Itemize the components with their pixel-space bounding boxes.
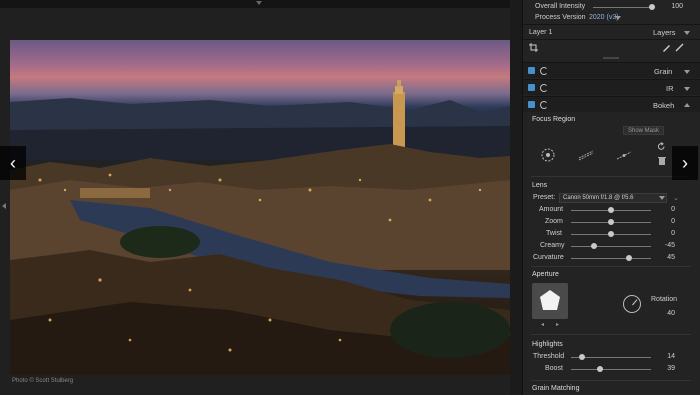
slider-value-creamy: -45 (664, 242, 675, 249)
slider-value-curvature: 45 (667, 254, 675, 261)
top-strip (0, 0, 520, 8)
slider-track-creamy[interactable] (571, 246, 651, 247)
slider-value-amount: 0 (671, 206, 675, 213)
slider-track-boost[interactable] (571, 369, 651, 370)
eye-icon[interactable] (528, 67, 535, 74)
previous-arrow-icon[interactable]: ‹ (0, 146, 26, 180)
layer-label[interactable]: Layer 1 (529, 29, 552, 36)
divider (531, 176, 691, 177)
linear-focus-icon[interactable] (578, 148, 594, 162)
reset-icon[interactable] (540, 84, 548, 92)
slider-knob-twist[interactable] (608, 231, 614, 237)
filter-row-ir[interactable]: IR (523, 79, 700, 95)
slider-label-amount: Amount (539, 206, 564, 213)
photo-scenery (10, 80, 510, 375)
adjustments-panel: Overall Intensity 100 Process Version 20… (522, 0, 700, 395)
photo-credit: Photo © Scott Stulberg (12, 378, 74, 384)
collapse-top-icon[interactable] (256, 1, 262, 5)
show-mask-button[interactable]: Show Mask (623, 126, 665, 135)
eye-icon[interactable] (528, 84, 535, 91)
aperture-shape-preview[interactable] (532, 283, 568, 319)
slider-label-creamy: Creamy (540, 242, 565, 249)
layers-label[interactable]: Layers (653, 28, 676, 37)
slider-value-boost: 39 (667, 365, 675, 372)
overall-intensity-value: 100 (671, 3, 683, 10)
filter-label: Bokeh (653, 101, 675, 110)
slider-label-curvature: Curvature (533, 254, 564, 261)
lens-title: Lens (532, 182, 548, 189)
focus-region-title: Focus Region (532, 116, 576, 123)
reset-icon[interactable] (540, 101, 548, 109)
slider-label-twist: Twist (546, 230, 562, 237)
tilt-focus-icon[interactable] (616, 148, 632, 162)
divider (531, 380, 691, 381)
brush-icon[interactable] (675, 43, 684, 52)
reset-focus-icon[interactable] (657, 142, 666, 151)
rotation-value: 40 (667, 310, 675, 317)
radial-focus-icon[interactable] (541, 148, 555, 162)
slider-knob-boost[interactable] (597, 366, 603, 372)
highlights-title: Highlights (532, 341, 563, 348)
process-version-chevron-icon[interactable] (615, 16, 621, 20)
slider-value-threshold: 14 (667, 353, 675, 360)
preset-select[interactable]: Canon 50mm f/1.8 @ f/5.6 (559, 193, 667, 203)
canvas-area: Photo © Scott Stulberg ‹ (0, 0, 520, 395)
slider-knob-curvature[interactable] (626, 255, 632, 261)
collapse-left-icon[interactable] (2, 203, 6, 209)
pentagon-icon (540, 290, 560, 310)
divider (531, 266, 691, 267)
photo-canvas[interactable] (10, 40, 510, 375)
slider-value-zoom: 0 (671, 218, 675, 225)
preset-label: Preset: (533, 194, 556, 201)
next-arrow-icon[interactable]: › (672, 146, 698, 180)
divider (531, 334, 691, 335)
chevron-down-icon[interactable] (684, 70, 690, 74)
slider-label-boost: Boost (545, 365, 563, 372)
grain-matching-title: Grain Matching (532, 385, 580, 392)
divider (523, 24, 700, 25)
crop-icon[interactable] (529, 43, 538, 52)
layers-chevron-icon[interactable] (684, 31, 690, 35)
slider-label-threshold: Threshold (533, 353, 565, 360)
divider (523, 39, 700, 40)
eye-icon[interactable] (528, 101, 535, 108)
chevron-up-icon[interactable] (684, 103, 690, 107)
filter-label: Grain (654, 67, 673, 76)
filter-row-grain[interactable]: Grain (523, 62, 700, 78)
overall-intensity-label: Overall Intensity (535, 3, 586, 10)
overall-intensity-knob[interactable] (649, 4, 655, 10)
trash-icon[interactable] (658, 156, 666, 165)
aperture-title: Aperture (532, 271, 559, 278)
chevron-down-icon[interactable] (684, 87, 690, 91)
filter-row-bokeh[interactable]: Bokeh (523, 96, 700, 112)
drag-handle[interactable] (603, 57, 619, 59)
overall-intensity-track[interactable] (593, 7, 655, 8)
reset-icon[interactable] (540, 67, 548, 75)
rotation-label: Rotation (651, 296, 678, 303)
slider-knob-zoom[interactable] (608, 219, 614, 225)
slider-track-curvature[interactable] (571, 258, 651, 259)
aperture-next-icon[interactable]: ▸ (556, 321, 559, 328)
slider-knob-threshold[interactable] (579, 354, 585, 360)
slider-value-twist: 0 (671, 230, 675, 237)
preset-chevron-icon[interactable] (659, 196, 665, 200)
aperture-prev-icon[interactable]: ◂ (541, 321, 544, 328)
preset-options-icon[interactable]: ⌄ (673, 194, 679, 202)
canvas-scrollbar[interactable] (510, 0, 520, 395)
rotation-dial-needle (632, 299, 638, 306)
slider-knob-creamy[interactable] (591, 243, 597, 249)
rotation-dial[interactable] (623, 295, 641, 313)
filter-label: IR (666, 84, 674, 93)
pen-icon[interactable] (662, 43, 671, 52)
slider-label-zoom: Zoom (545, 218, 563, 225)
slider-knob-amount[interactable] (608, 207, 614, 213)
process-version-label: Process Version (535, 14, 586, 21)
